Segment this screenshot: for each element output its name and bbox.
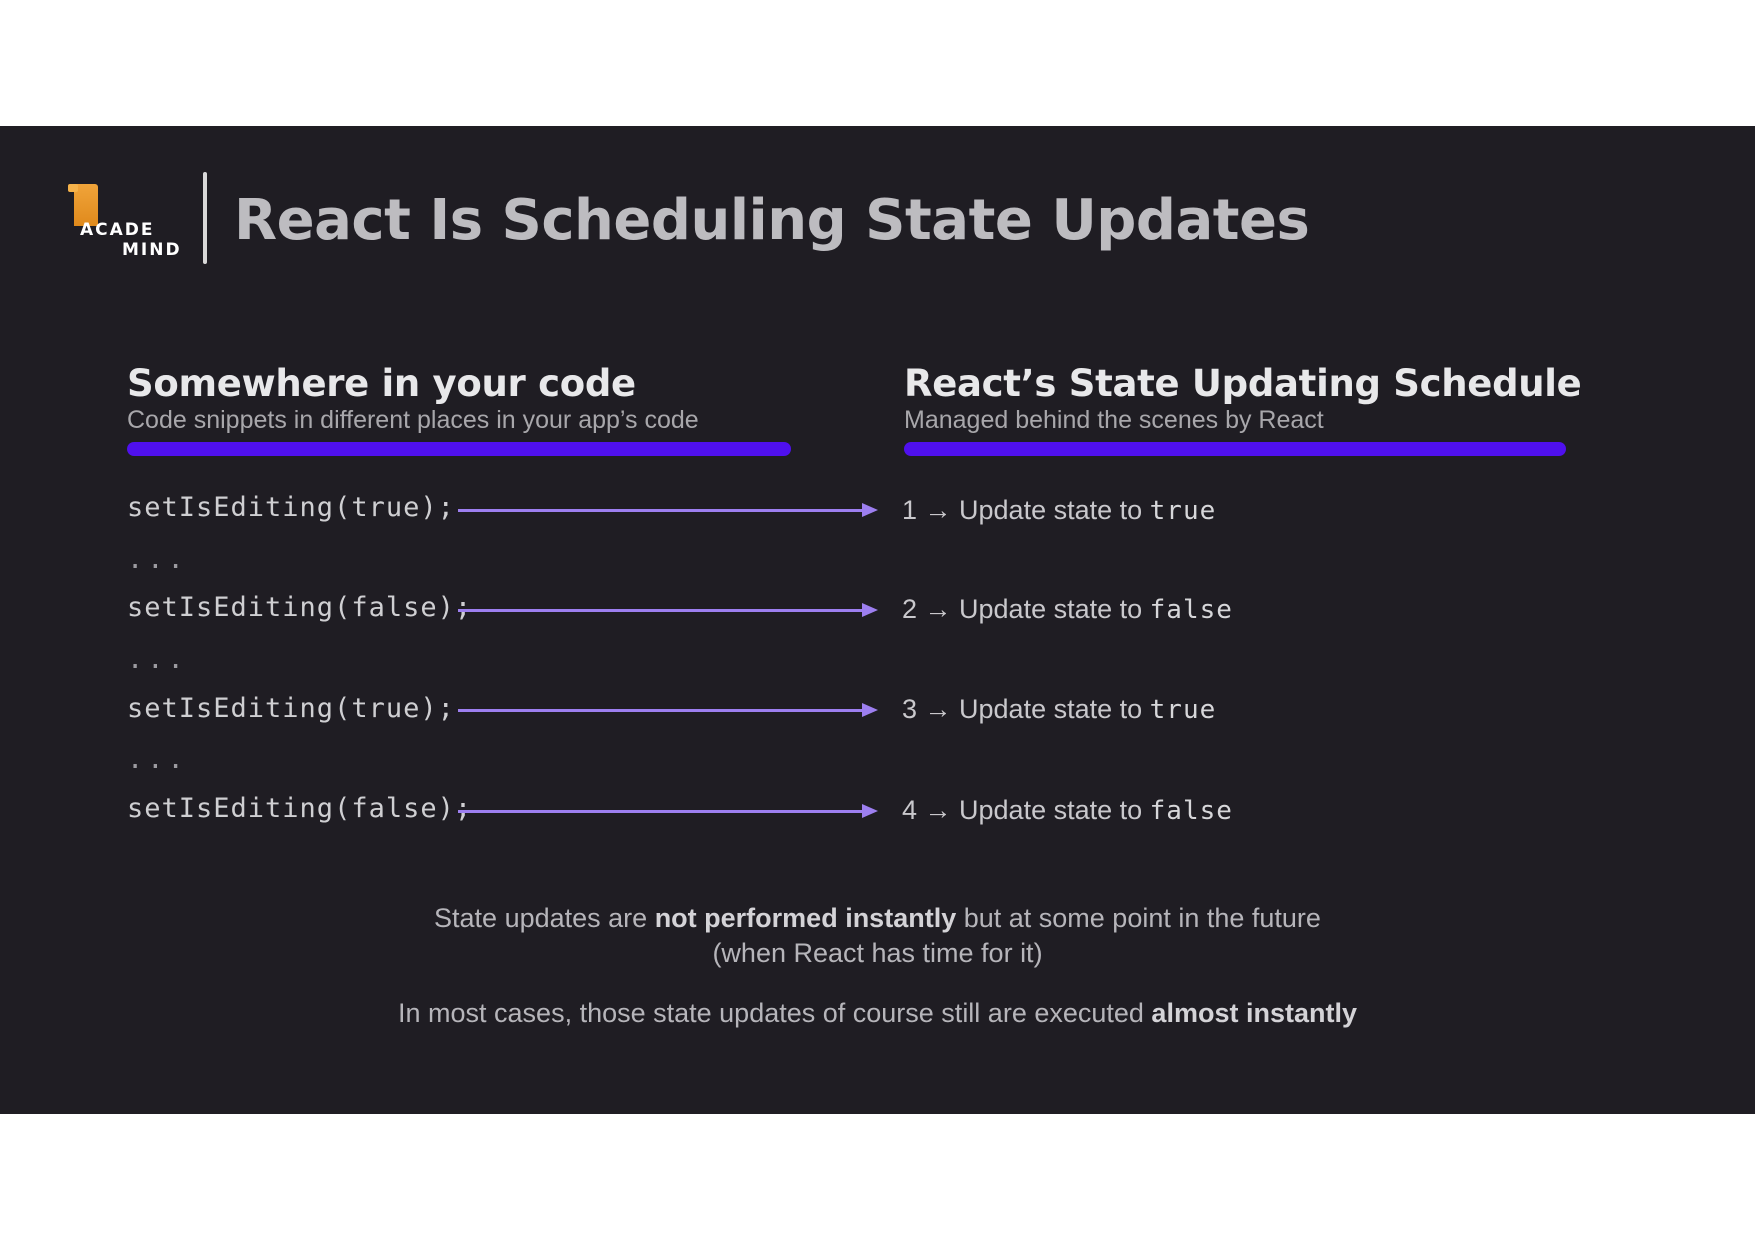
schedule-item-1: 1 → Update state to true — [902, 495, 1216, 526]
left-column-underline — [127, 442, 791, 456]
note-emphasis: not performed instantly — [654, 903, 957, 933]
note-text: In most cases, those state updates of co… — [398, 998, 1152, 1028]
left-column-heading: Somewhere in your code — [127, 362, 636, 405]
arrow-head-icon — [862, 804, 878, 818]
schedule-item-value: true — [1149, 496, 1217, 526]
note-text: State updates are — [434, 903, 655, 933]
ellipsis-2: ... — [127, 644, 188, 675]
header-divider — [203, 172, 207, 264]
note-line-1: State updates are not performed instantl… — [0, 903, 1755, 934]
note-text: but at some point in the future — [956, 903, 1321, 933]
arrow-3 — [458, 700, 878, 720]
ellipsis-3: ... — [127, 744, 188, 775]
slide: ACADE MIND React Is Scheduling State Upd… — [0, 126, 1755, 1114]
schedule-item-label: 2 → Update state to — [902, 594, 1150, 624]
note-line-2: (when React has time for it) — [712, 938, 1043, 968]
arrow-2 — [458, 600, 878, 620]
arrow-4 — [458, 801, 878, 821]
schedule-item-value: false — [1149, 796, 1233, 826]
left-column-subheading: Code snippets in different places in you… — [127, 406, 699, 434]
page-title: React Is Scheduling State Updates — [234, 188, 1310, 253]
logo-text-line1: ACADE — [80, 220, 155, 240]
right-column-underline — [904, 442, 1566, 456]
arrow-head-icon — [862, 703, 878, 717]
arrow-head-icon — [862, 503, 878, 517]
code-line-1: setIsEditing(true); — [127, 492, 455, 523]
schedule-item-3: 3 → Update state to true — [902, 694, 1216, 725]
code-line-3: setIsEditing(true); — [127, 693, 455, 724]
logo-text-line2: MIND — [122, 240, 182, 260]
schedule-item-label: 4 → Update state to — [902, 795, 1150, 825]
schedule-item-value: true — [1149, 695, 1217, 725]
note-line-3: In most cases, those state updates of co… — [0, 998, 1755, 1029]
academind-logo: ACADE MIND — [66, 184, 186, 260]
ellipsis-1: ... — [127, 544, 188, 575]
schedule-item-4: 4 → Update state to false — [902, 795, 1233, 826]
arrow-1 — [458, 500, 878, 520]
code-line-2: setIsEditing(false); — [127, 592, 473, 623]
right-column-heading: React’s State Updating Schedule — [904, 362, 1582, 405]
code-line-4: setIsEditing(false); — [127, 793, 473, 824]
schedule-item-value: false — [1149, 595, 1233, 625]
schedule-item-label: 1 → Update state to — [902, 495, 1150, 525]
right-column-subheading: Managed behind the scenes by React — [904, 406, 1324, 434]
schedule-item-2: 2 → Update state to false — [902, 594, 1233, 625]
arrow-head-icon — [862, 603, 878, 617]
schedule-item-label: 3 → Update state to — [902, 694, 1150, 724]
note-emphasis: almost instantly — [1151, 998, 1357, 1028]
